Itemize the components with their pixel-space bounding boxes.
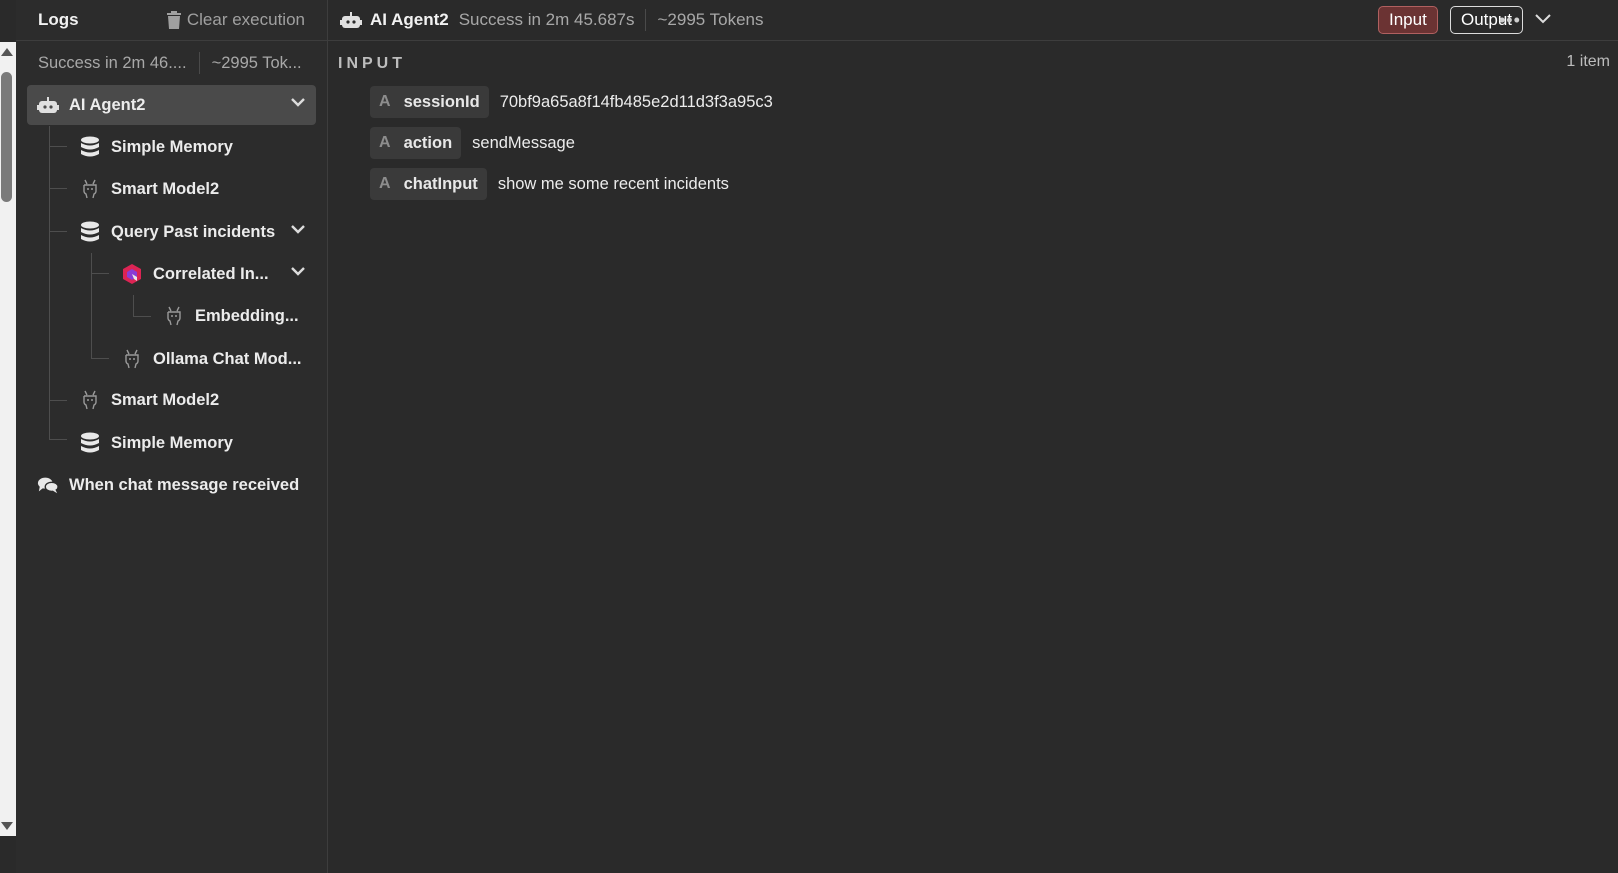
window-scrollbar[interactable] xyxy=(0,42,16,836)
tree-node-query-past-incidents[interactable]: Query Past incidents xyxy=(79,212,316,252)
model-icon xyxy=(163,305,185,327)
qdrant-icon xyxy=(121,263,143,285)
tree-line xyxy=(49,400,67,401)
chevron-down-icon[interactable] xyxy=(290,96,306,108)
tree-node-smart-model[interactable]: Smart Model2 xyxy=(79,380,319,420)
string-type-icon: A xyxy=(379,175,391,192)
chat-bubbles-icon xyxy=(37,474,59,496)
field-value: show me some recent incidents xyxy=(497,174,729,193)
chevron-down-icon[interactable] xyxy=(1534,12,1552,26)
chevron-down-icon[interactable] xyxy=(290,265,306,277)
tree-node-label: Ollama Chat Mod... xyxy=(153,349,302,368)
node-tokens: ~2995 Tokens xyxy=(657,10,764,29)
tree-line xyxy=(133,316,151,317)
logs-sidebar: Logs Clear execution Success in 2m 46...… xyxy=(16,0,328,873)
divider xyxy=(198,52,200,74)
tree-node-smart-model[interactable]: Smart Model2 xyxy=(79,169,319,209)
detail-header: AI Agent2 Success in 2m 45.687s ~2995 To… xyxy=(328,0,1618,41)
tree-node-label: Embedding... xyxy=(195,306,299,325)
field-key: sessionId xyxy=(403,92,480,111)
tree-line xyxy=(49,126,50,439)
field-key: chatInput xyxy=(403,174,478,193)
node-title: AI Agent2 xyxy=(370,10,449,29)
scroll-down-arrow-icon[interactable] xyxy=(1,822,13,830)
tree-line xyxy=(91,273,109,274)
tree-node-ollama-chat-model[interactable]: Ollama Chat Mod... xyxy=(121,339,316,379)
tree-node-label: Smart Model2 xyxy=(111,179,220,198)
database-icon xyxy=(79,432,101,454)
robot-icon xyxy=(340,11,362,29)
tree-node-label: Smart Model2 xyxy=(111,390,220,409)
tree-node-label: Simple Memory xyxy=(111,137,233,156)
input-panel: INPUT 1 item A sessionId 70bf9a65a8f14fb… xyxy=(328,41,1618,873)
tree-node-label: When chat message received xyxy=(69,475,300,494)
logs-header: Logs Clear execution xyxy=(16,0,327,41)
tree-node-label: Correlated In... xyxy=(153,264,269,283)
tree-node-ai-agent[interactable]: AI Agent2 xyxy=(27,85,316,125)
field-key-pill[interactable]: A sessionId xyxy=(370,86,489,118)
log-tree: AI Agent2 Simple Memory Smart Model2 Que… xyxy=(16,85,327,873)
field-key-pill[interactable]: A action xyxy=(370,127,462,159)
model-icon xyxy=(79,178,101,200)
tree-line xyxy=(133,295,134,316)
tree-line xyxy=(49,439,67,440)
scrollbar-thumb[interactable] xyxy=(1,72,12,202)
node-status: Success in 2m 45.687s xyxy=(458,10,635,29)
input-toggle-button[interactable]: Input xyxy=(1378,6,1438,34)
scroll-up-arrow-icon[interactable] xyxy=(1,48,13,56)
chevron-down-icon[interactable] xyxy=(290,223,306,235)
tree-line xyxy=(49,231,67,232)
data-field-row: A action sendMessage xyxy=(370,127,575,159)
tree-node-simple-memory[interactable]: Simple Memory xyxy=(79,127,319,167)
data-field-row: A chatInput show me some recent incident… xyxy=(370,168,729,200)
robot-icon xyxy=(37,94,59,116)
tree-line xyxy=(49,188,67,189)
string-type-icon: A xyxy=(379,134,391,151)
logs-title: Logs xyxy=(38,10,79,29)
database-icon xyxy=(79,221,101,243)
tree-line xyxy=(91,253,92,358)
model-icon xyxy=(121,348,143,370)
tree-node-label: Simple Memory xyxy=(111,433,233,452)
field-key: action xyxy=(403,133,453,152)
tree-node-label: AI Agent2 xyxy=(69,95,146,114)
tree-line xyxy=(91,358,109,359)
model-icon xyxy=(79,389,101,411)
run-status: Success in 2m 46.... xyxy=(38,53,187,72)
string-type-icon: A xyxy=(379,93,391,110)
tree-node-embedding[interactable]: Embedding... xyxy=(163,296,313,336)
tree-node-label: Query Past incidents xyxy=(111,222,276,241)
run-summary: Success in 2m 46.... ~2995 Tok... xyxy=(16,41,327,85)
tree-node-simple-memory[interactable]: Simple Memory xyxy=(79,423,319,463)
field-key-pill[interactable]: A chatInput xyxy=(370,168,487,200)
section-label: INPUT xyxy=(338,55,406,72)
field-value: sendMessage xyxy=(472,133,575,152)
run-tokens: ~2995 Tok... xyxy=(211,53,302,72)
item-count: 1 item xyxy=(1566,53,1610,70)
tree-node-chat-trigger[interactable]: When chat message received xyxy=(37,465,319,505)
clear-execution-label: Clear execution xyxy=(186,10,305,29)
data-field-row: A sessionId 70bf9a65a8f14fb485e2d11d3f3a… xyxy=(370,86,773,118)
clear-execution-button[interactable]: Clear execution xyxy=(166,10,305,30)
field-value: 70bf9a65a8f14fb485e2d11d3f3a95c3 xyxy=(499,92,773,111)
database-icon xyxy=(79,136,101,158)
trash-icon xyxy=(166,11,181,29)
tree-node-correlated-incidents[interactable]: Correlated In... xyxy=(121,254,316,294)
more-options-icon[interactable]: ••• xyxy=(1499,10,1521,31)
tree-line xyxy=(49,146,67,147)
divider xyxy=(645,9,647,31)
